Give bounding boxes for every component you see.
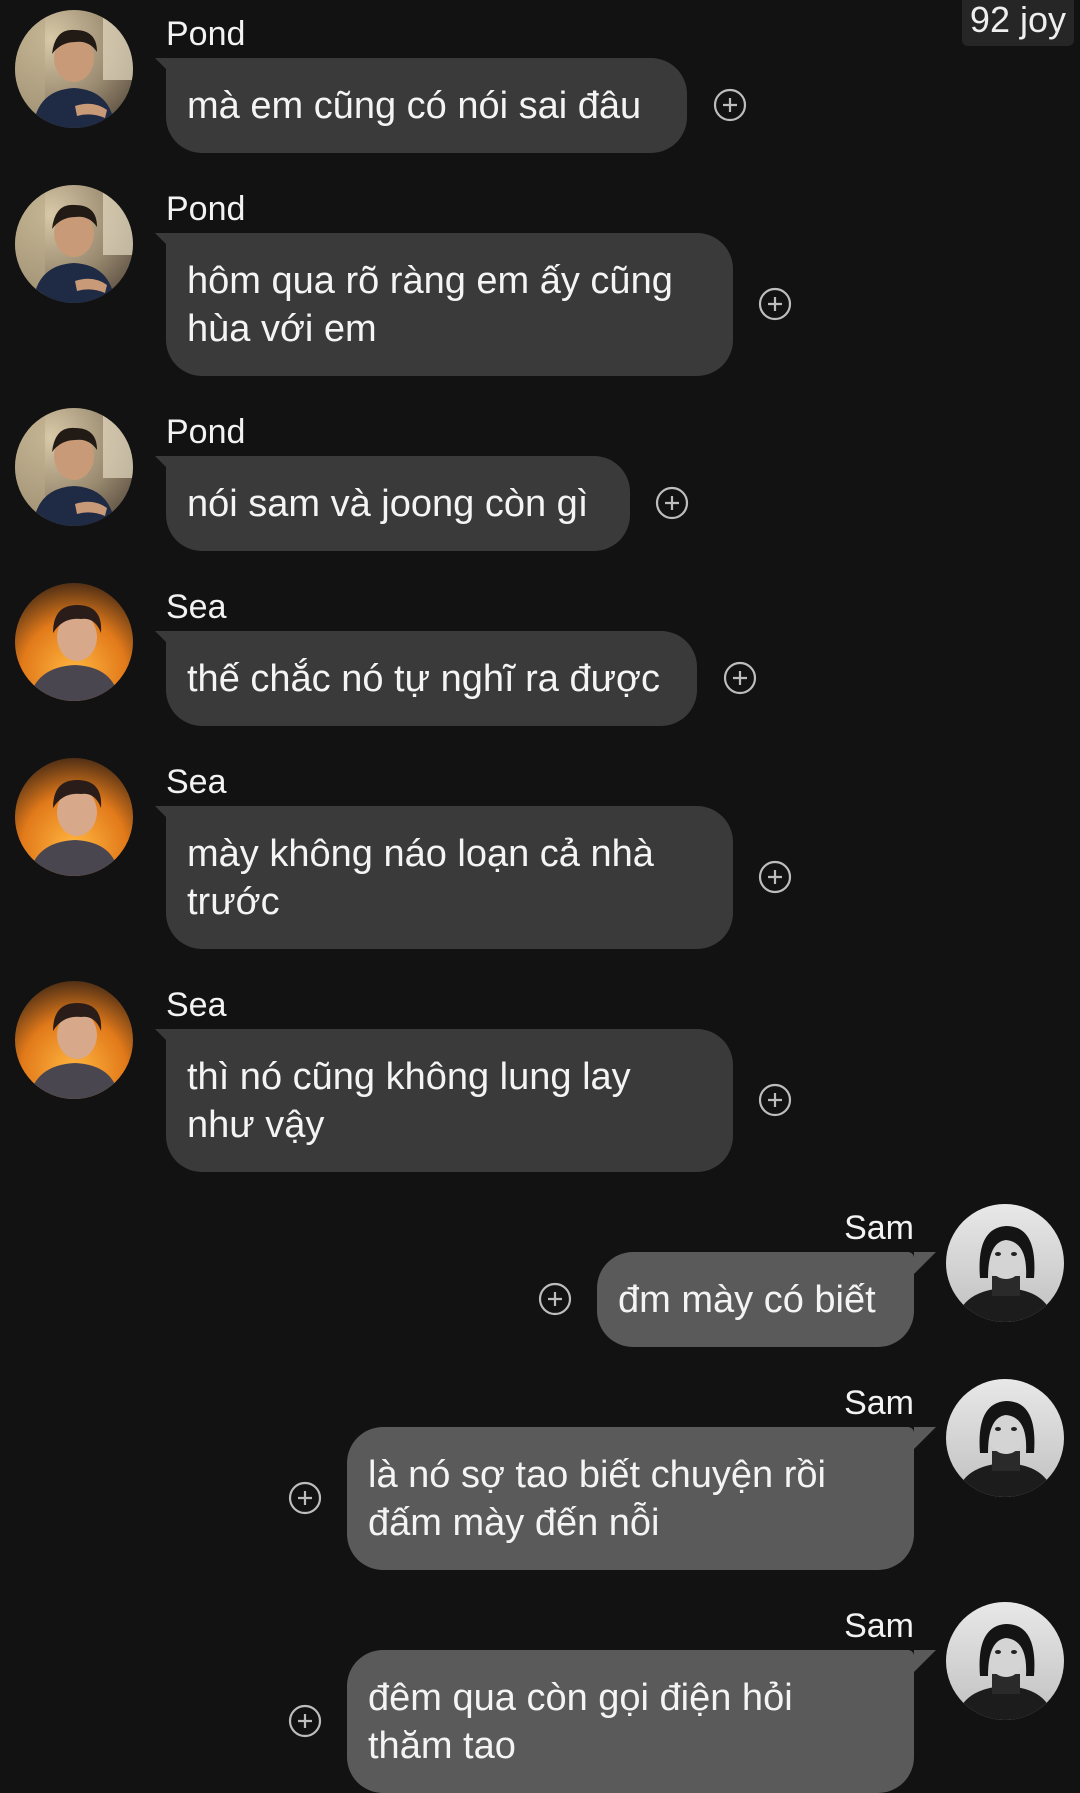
sender-name: Pond (166, 15, 246, 53)
sender-name: Sea (166, 986, 227, 1024)
message-bubble[interactable]: đêm qua còn gọi điện hỏi thăm tao (347, 1650, 914, 1793)
add-reaction-icon[interactable] (758, 860, 792, 894)
message-bubble[interactable]: thế chắc nó tự nghĩ ra được (166, 631, 697, 726)
message-text: thì nó cũng không lung lay như vậy (187, 1053, 631, 1149)
add-reaction-icon[interactable] (538, 1282, 572, 1316)
avatar-pond[interactable] (15, 185, 133, 303)
add-reaction-icon[interactable] (713, 88, 747, 122)
message-text: thế chắc nó tự nghĩ ra được (187, 657, 660, 700)
sender-name: Sam (844, 1209, 914, 1247)
sender-name: Sea (166, 763, 227, 801)
message-text: hôm qua rõ ràng em ấy cũng hùa với em (187, 257, 673, 353)
avatar-pond[interactable] (15, 10, 133, 128)
message-text: đêm qua còn gọi điện hỏi thăm tao (368, 1674, 793, 1770)
message-text: là nó sợ tao biết chuyện rồi đấm mày đến… (368, 1451, 826, 1547)
message-text: nói sam và joong còn gì (187, 482, 589, 525)
message-line: mày không náo loạn cả nhà (187, 832, 654, 875)
avatar-sea[interactable] (15, 758, 133, 876)
message-line: hôm qua rõ ràng em ấy cũng (187, 259, 673, 302)
message-line: là nó sợ tao biết chuyện rồi (368, 1453, 826, 1496)
sender-name: Sam (844, 1384, 914, 1422)
avatar-sea[interactable] (15, 981, 133, 1099)
message-bubble[interactable]: thì nó cũng không lung lay như vậy (166, 1029, 733, 1172)
watermark-label: 92 joy (961, 0, 1074, 46)
sender-name: Pond (166, 413, 246, 451)
add-reaction-icon[interactable] (758, 1083, 792, 1117)
message-text: đm mày có biết (618, 1278, 876, 1321)
message-text: mày không náo loạn cả nhà trước (187, 830, 654, 926)
message-bubble[interactable]: hôm qua rõ ràng em ấy cũng hùa với em (166, 233, 733, 376)
avatar-sam[interactable] (946, 1602, 1064, 1720)
sender-name: Sam (844, 1607, 914, 1645)
add-reaction-icon[interactable] (655, 486, 689, 520)
avatar-sam[interactable] (946, 1379, 1064, 1497)
message-line: trước (187, 880, 280, 923)
message-bubble[interactable]: mày không náo loạn cả nhà trước (166, 806, 733, 949)
message-line: hùa với em (187, 307, 377, 350)
avatar-sam[interactable] (946, 1204, 1064, 1322)
message-bubble[interactable]: là nó sợ tao biết chuyện rồi đấm mày đến… (347, 1427, 914, 1570)
bubble-tail (914, 1252, 936, 1274)
message-line: như vậy (187, 1103, 325, 1146)
message-bubble[interactable]: nói sam và joong còn gì (166, 456, 630, 551)
message-text: mà em cũng có nói sai đâu (187, 84, 642, 127)
add-reaction-icon[interactable] (288, 1704, 322, 1738)
add-reaction-icon[interactable] (288, 1481, 322, 1515)
bubble-tail (914, 1427, 936, 1449)
bubble-tail (914, 1650, 936, 1672)
message-line: thăm tao (368, 1724, 516, 1767)
message-line: đấm mày đến nỗi (368, 1501, 660, 1544)
add-reaction-icon[interactable] (758, 287, 792, 321)
message-line: đêm qua còn gọi điện hỏi (368, 1676, 793, 1719)
sender-name: Pond (166, 190, 246, 228)
avatar-pond[interactable] (15, 408, 133, 526)
avatar-sea[interactable] (15, 583, 133, 701)
message-line: thì nó cũng không lung lay (187, 1055, 631, 1098)
add-reaction-icon[interactable] (723, 661, 757, 695)
sender-name: Sea (166, 588, 227, 626)
message-bubble[interactable]: đm mày có biết (597, 1252, 914, 1347)
message-bubble[interactable]: mà em cũng có nói sai đâu (166, 58, 687, 153)
